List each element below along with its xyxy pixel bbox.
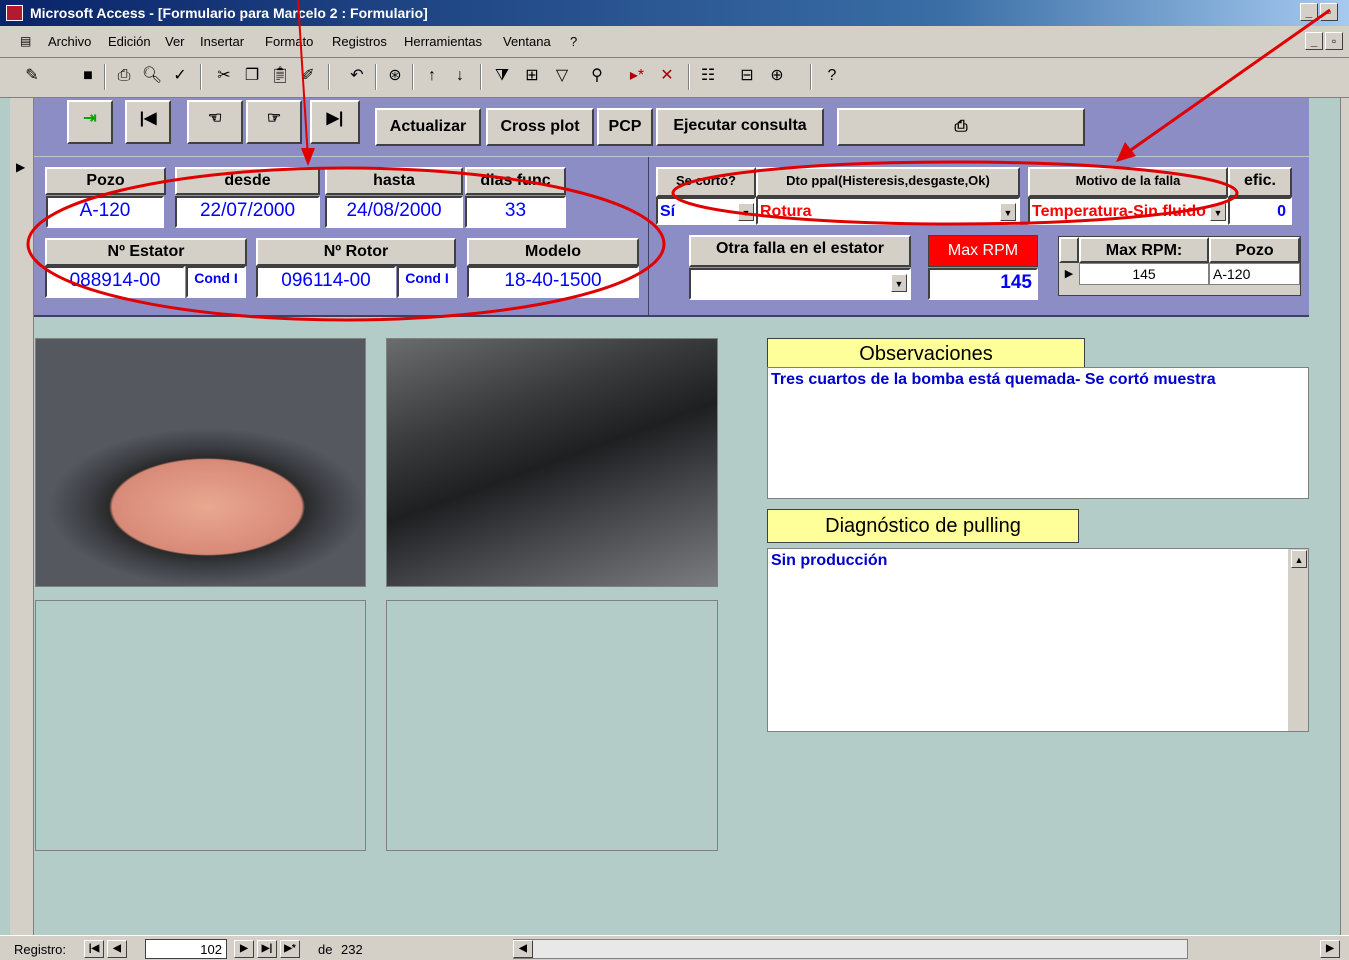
stator-photo-1 <box>35 338 366 587</box>
horizontal-scrollbar[interactable] <box>513 939 1188 959</box>
photo-frame-3 <box>35 600 366 851</box>
stator-photo-2 <box>386 338 718 587</box>
registro-label: Registro: <box>14 942 67 957</box>
record-total: 232 <box>341 942 363 957</box>
nav-new-button[interactable]: ▶* <box>280 940 300 958</box>
observaciones-title: Observaciones <box>767 338 1085 368</box>
diagnostico-value: Sin producción <box>771 552 888 569</box>
annotation-ellipse-left <box>26 166 666 322</box>
diagnostico-scrollbar[interactable] <box>1288 549 1308 731</box>
diagnostico-title: Diagnóstico de pulling <box>767 509 1079 543</box>
observaciones-field[interactable]: Tres cuartos de la bomba está quemada- S… <box>767 367 1309 499</box>
diagnostico-scroll-up-icon[interactable]: ▲ <box>1291 550 1307 568</box>
nav-first-button[interactable]: |◀ <box>84 940 104 958</box>
annotation-ellipse-right <box>671 160 1239 226</box>
annotation-arrow-right <box>1127 8 1331 154</box>
scroll-right-icon[interactable]: ▶ <box>1320 940 1340 958</box>
nav-prev-button[interactable]: ◀ <box>107 940 127 958</box>
record-of-label: de <box>318 942 333 957</box>
nav-last-button[interactable]: ▶| <box>257 940 277 958</box>
form-vertical-scrollbar[interactable] <box>1340 98 1349 935</box>
annotation-arrow-left <box>297 0 309 159</box>
nav-next-button[interactable]: ▶ <box>234 940 254 958</box>
photo-frame-4 <box>386 600 718 851</box>
scroll-left-icon[interactable]: ◀ <box>513 940 533 958</box>
record-number-input[interactable]: 102 <box>145 939 227 959</box>
record-navigation-bar: Registro: |◀ ◀ 102 ▶ ▶| ▶* de 232 ◀ ▶ <box>0 935 1349 960</box>
diagnostico-field[interactable]: Sin producción ▲ <box>767 548 1309 732</box>
